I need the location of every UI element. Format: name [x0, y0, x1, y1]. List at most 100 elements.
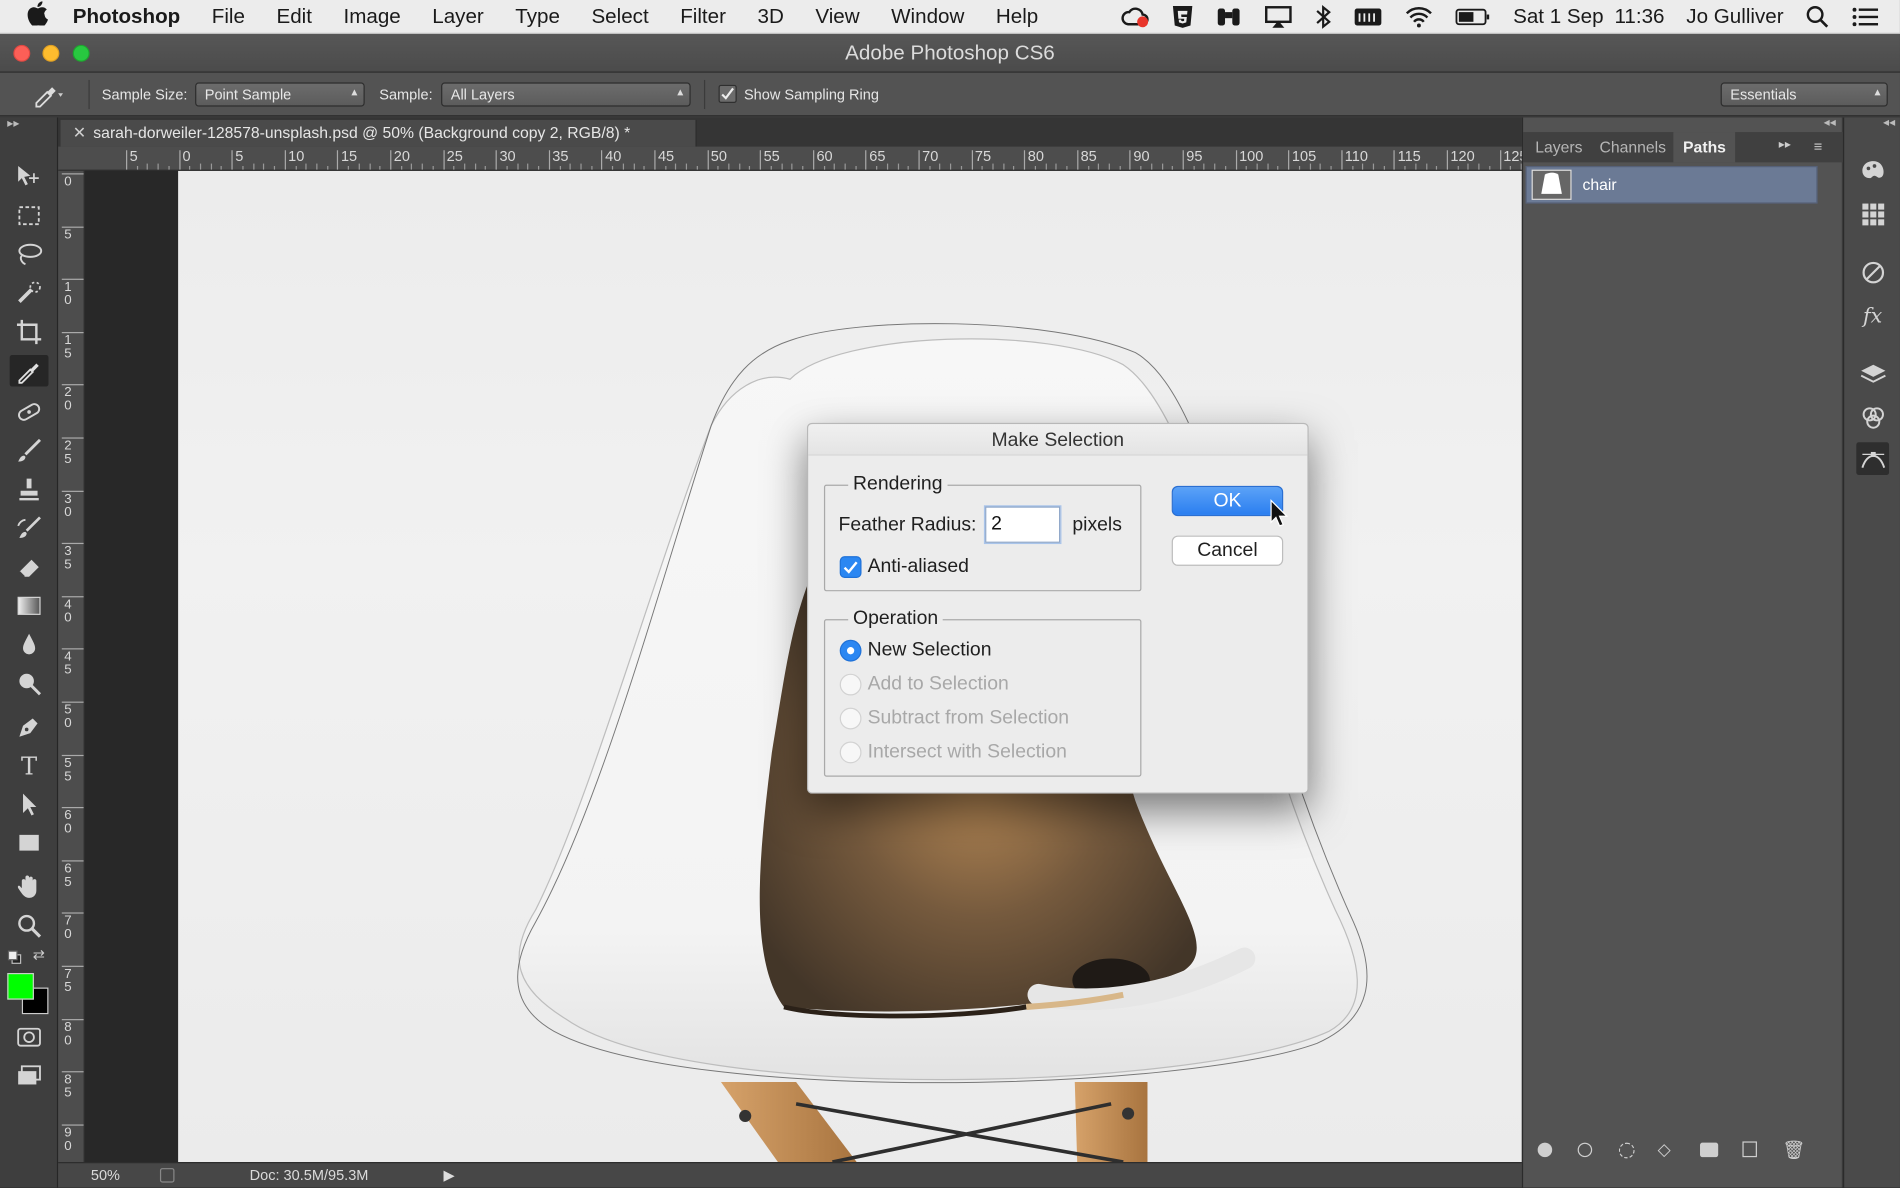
sample-size-select[interactable]: Point Sample ▴ [195, 82, 365, 107]
menu-app-photoshop[interactable]: Photoshop [58, 4, 196, 28]
menubar-date[interactable]: Sat 1 Sep [1513, 5, 1603, 29]
styles-panel-icon[interactable]: fx [1856, 299, 1889, 332]
crop-tool-icon[interactable] [10, 316, 49, 348]
clone-stamp-tool-icon[interactable] [10, 474, 49, 506]
eyedropper-tool-preset-icon[interactable] [32, 81, 66, 108]
bluetooth-icon[interactable] [1314, 5, 1331, 29]
menu-select[interactable]: Select [576, 4, 665, 28]
dodge-tool-icon[interactable] [10, 668, 49, 700]
collapse-tools-icon[interactable]: ▸▸ [7, 118, 19, 131]
lasso-tool-icon[interactable] [10, 239, 49, 271]
tab-layers[interactable]: Layers [1526, 132, 1593, 162]
new-path-icon[interactable] [1742, 1141, 1757, 1158]
fill-path-icon[interactable] [1537, 1142, 1553, 1158]
path-name[interactable]: chair [1582, 176, 1616, 194]
new-selection-label[interactable]: New Selection [868, 640, 992, 662]
binoculars-icon[interactable] [1215, 6, 1242, 28]
panel-expand-icon[interactable]: ▸▸ [1779, 138, 1791, 151]
feather-radius-input[interactable] [985, 506, 1061, 543]
panel-menu-icon[interactable]: ≡ [1814, 138, 1823, 155]
quick-mask-mode-icon[interactable] [10, 1021, 49, 1053]
channels-panel-icon[interactable] [1856, 401, 1889, 434]
delete-path-icon[interactable]: 🗑 [1782, 1139, 1805, 1161]
menu-edit[interactable]: Edit [261, 4, 328, 28]
menubar-time[interactable]: 11:36 [1614, 5, 1664, 29]
quick-selection-tool-icon[interactable] [10, 277, 49, 309]
tab-channels[interactable]: Channels [1590, 132, 1676, 162]
tab-paths[interactable]: Paths [1673, 132, 1736, 163]
menu-file[interactable]: File [196, 4, 261, 28]
rectangle-tool-icon[interactable] [10, 828, 49, 860]
collapse-icon-strip-icon[interactable]: ◂◂ [1883, 116, 1895, 129]
rectangular-marquee-tool-icon[interactable] [10, 200, 49, 232]
gradient-tool-icon[interactable] [10, 590, 49, 622]
stroke-path-icon[interactable] [1577, 1142, 1593, 1158]
move-tool-icon[interactable] [10, 161, 49, 193]
menubar-user[interactable]: Jo Gulliver [1686, 5, 1783, 29]
anti-aliased-label[interactable]: Anti-aliased [868, 556, 969, 578]
airplay-icon[interactable] [1263, 6, 1292, 28]
cancel-button[interactable]: Cancel [1171, 535, 1284, 566]
pen-tool-icon[interactable] [10, 711, 49, 743]
creative-cloud-icon[interactable] [1121, 6, 1150, 28]
spot-healing-brush-tool-icon[interactable] [10, 396, 49, 428]
blur-tool-icon[interactable] [10, 629, 49, 661]
menu-type[interactable]: Type [500, 4, 576, 28]
horizontal-ruler[interactable]: 5 0 5 10 15 20 25 30 35 40 45 50 55 60 65 70 75 80 85 90 95 1… [58, 146, 1522, 171]
zoom-window-button[interactable] [72, 44, 90, 62]
sample-select[interactable]: All Layers ▴ [441, 82, 691, 107]
swatches-panel-icon[interactable] [1856, 198, 1889, 231]
status-info-icon[interactable] [159, 1168, 175, 1183]
show-sampling-ring-checkbox[interactable] [718, 84, 737, 103]
type-tool-icon[interactable]: T [10, 750, 49, 782]
path-row-chair[interactable]: chair [1525, 166, 1818, 204]
menu-layer[interactable]: Layer [416, 4, 499, 28]
show-sampling-ring-label[interactable]: Show Sampling Ring [744, 86, 879, 103]
document-size[interactable]: Doc: 30.5M/95.3M [250, 1163, 369, 1187]
screen-mode-icon[interactable] [10, 1060, 49, 1092]
wifi-icon[interactable] [1404, 6, 1433, 28]
apple-icon[interactable] [0, 1, 58, 31]
history-brush-tool-icon[interactable] [10, 513, 49, 545]
vertical-ruler[interactable]: 0 5 10 15 20 25 30 35 40 45 50 55 60 65 70 75 80 85 90 [58, 170, 85, 1163]
new-selection-radio[interactable] [839, 639, 862, 662]
path-selection-tool-icon[interactable] [10, 789, 49, 821]
document-tab[interactable]: ✕ sarah-dorweiler-128578-unsplash.psd @ … [60, 119, 697, 147]
workspace-switcher[interactable]: Essentials ▴ [1720, 82, 1888, 107]
layers-panel-icon[interactable] [1856, 357, 1889, 390]
close-window-button[interactable] [13, 44, 31, 62]
default-colors-icon[interactable] [7, 949, 22, 964]
eraser-tool-icon[interactable] [10, 551, 49, 583]
status-menu-arrow-icon[interactable]: ▶ [443, 1163, 454, 1187]
anti-aliased-checkbox[interactable] [839, 556, 862, 578]
menu-help[interactable]: Help [980, 4, 1054, 28]
notification-center-icon[interactable] [1851, 6, 1879, 28]
foreground-color-swatch[interactable] [7, 972, 34, 1000]
add-mask-icon[interactable] [1700, 1142, 1719, 1158]
brush-tool-icon[interactable] [10, 435, 49, 467]
minimize-window-button[interactable] [42, 44, 60, 62]
zoom-level[interactable]: 50% [91, 1163, 120, 1187]
collapse-panels-icon[interactable]: ◂◂ [1824, 116, 1836, 129]
paths-panel-icon[interactable] [1856, 442, 1890, 475]
keyboard-icon[interactable] [1353, 6, 1382, 28]
menu-view[interactable]: View [800, 4, 876, 28]
ok-button[interactable]: OK [1171, 485, 1284, 517]
html5-icon[interactable] [1171, 5, 1193, 29]
close-tab-icon[interactable]: ✕ [73, 120, 86, 147]
battery-icon[interactable] [1455, 7, 1491, 26]
ruler-label: 5 [64, 227, 72, 242]
menu-filter[interactable]: Filter [664, 4, 741, 28]
menu-image[interactable]: Image [328, 4, 417, 28]
load-path-as-selection-icon[interactable] [1618, 1142, 1635, 1159]
hand-tool-icon[interactable] [10, 871, 49, 903]
eyedropper-tool-icon[interactable] [9, 355, 49, 387]
adjustments-panel-icon[interactable] [1856, 256, 1889, 289]
zoom-tool-icon[interactable] [10, 910, 49, 942]
menu-3d[interactable]: 3D [742, 4, 800, 28]
color-panel-icon[interactable] [1856, 154, 1889, 187]
menu-window[interactable]: Window [875, 4, 980, 28]
spotlight-search-icon[interactable] [1805, 5, 1829, 29]
make-work-path-icon[interactable]: ◇ [1658, 1139, 1671, 1160]
swap-colors-icon[interactable]: ⇄ [33, 946, 45, 963]
